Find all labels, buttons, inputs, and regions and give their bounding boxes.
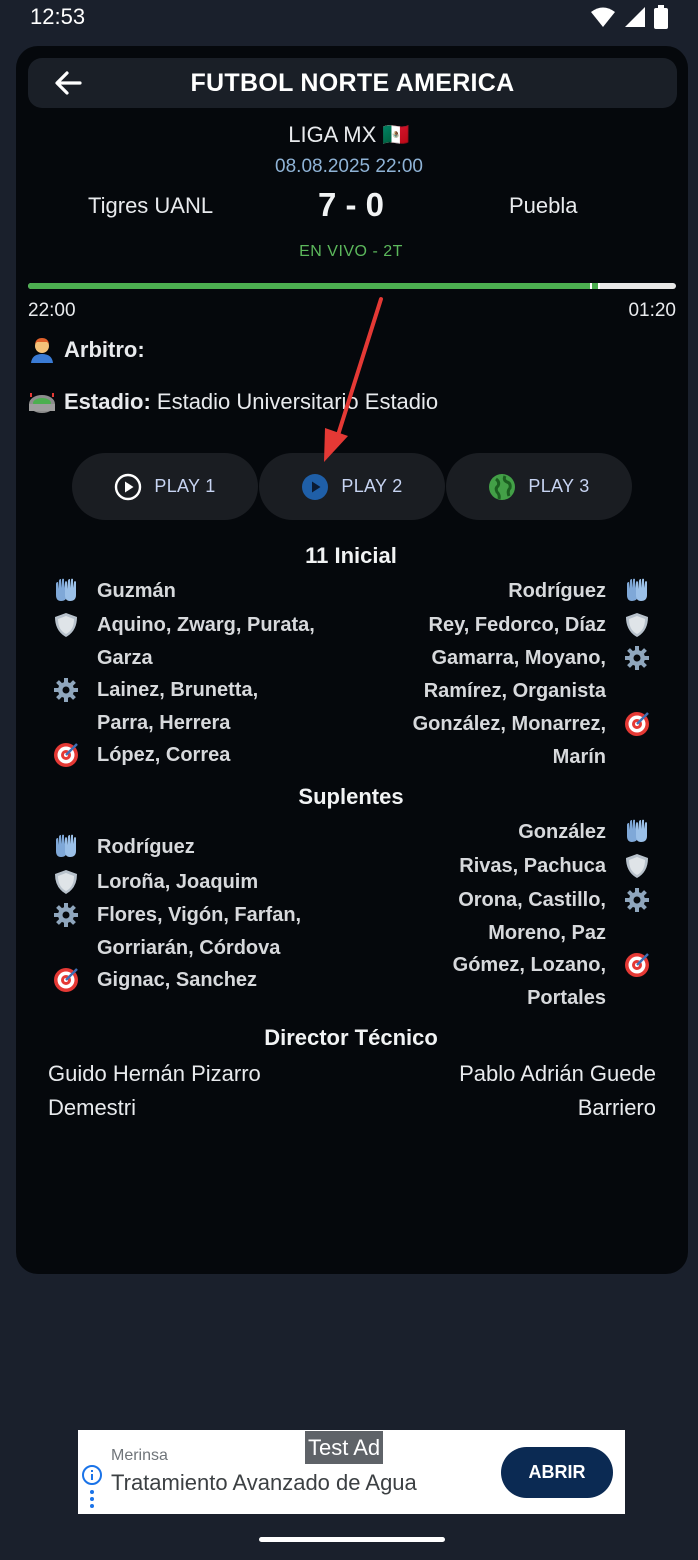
match-score: 7 - 0	[317, 186, 385, 223]
home-starting-player-line: Lainez, Brunetta,	[97, 679, 259, 701]
home-coach-line: Guido Hernán Pizarro	[48, 1061, 261, 1086]
goalkeeper-gloves-icon	[623, 818, 651, 846]
ad-brand: Merinsa	[111, 1447, 168, 1464]
match-progress-bar	[28, 283, 676, 289]
goalkeeper-gloves-icon	[52, 577, 80, 605]
match-date: 08.08.2025 22:00	[275, 156, 423, 177]
ad-open-button[interactable]: ABRIR	[501, 1447, 613, 1498]
goalkeeper-gloves-icon	[52, 833, 80, 861]
app-header: FUTBOL NORTE AMERICA	[28, 58, 677, 108]
goalkeeper-gloves-icon	[623, 577, 651, 605]
home-subs-player-line: Loroña, Joaquim	[97, 871, 259, 893]
home-starting-player-line: Guzmán	[97, 580, 176, 602]
away-subs-player-line: Orona, Castillo,	[458, 889, 606, 911]
stadium-row: Estadio: Estadio Universitario Estadio	[28, 388, 438, 416]
starting-lineup-title: 11 Inicial	[305, 543, 397, 568]
match-progress-fill	[28, 283, 599, 289]
referee-row: Arbitro:	[28, 336, 145, 364]
midfielder-gear-icon	[52, 901, 80, 929]
status-bar: 12:53	[0, 0, 698, 34]
ad-test-tag: Test Ad	[305, 1431, 384, 1464]
home-starting-player-line: López, Correa	[97, 744, 231, 766]
forward-target-icon	[623, 951, 651, 979]
header-title: FUTBOL NORTE AMERICA	[190, 69, 515, 97]
ad-headline[interactable]: Tratamiento Avanzado de Agua	[111, 1470, 417, 1496]
referee-person-icon	[31, 338, 53, 363]
signal-icon	[625, 7, 645, 27]
home-subs-player-line: Gorriarán, Córdova	[97, 936, 281, 959]
stadium-value: Estadio Universitario Estadio	[150, 389, 439, 414]
midfielder-gear-icon	[623, 644, 651, 672]
away-subs-player-line: Rivas, Pachuca	[459, 855, 606, 877]
battery-icon	[654, 5, 668, 29]
progress-marker	[598, 283, 600, 289]
away-starting-player-line: Ramírez, Organista	[423, 679, 606, 702]
away-coach-line: Barriero	[577, 1095, 656, 1120]
forward-target-icon	[52, 741, 80, 769]
defender-shield-icon	[623, 852, 651, 880]
defender-shield-icon	[52, 868, 80, 896]
wifi-icon	[591, 7, 615, 27]
home-starting-player-line: Parra, Herrera	[97, 711, 231, 734]
away-subs-player-line: Gómez, Lozano,	[452, 954, 606, 976]
home-subs-player-line: Gignac, Sanchez	[97, 969, 258, 991]
home-subs-player-line: Flores, Vigón, Farfan,	[97, 904, 302, 926]
play-1-label: PLAY 1	[154, 476, 216, 496]
midfielder-gear-icon	[52, 676, 80, 704]
forward-target-icon	[623, 710, 651, 738]
progress-marker	[590, 283, 592, 289]
status-icons	[590, 5, 668, 29]
away-starting-player-line: González, Monarrez,	[412, 713, 606, 735]
gesture-home-bar[interactable]	[259, 1537, 445, 1542]
coach-title: Director Técnico	[264, 1025, 438, 1050]
play-circle-outline-icon	[115, 473, 142, 500]
defender-shield-icon	[623, 611, 651, 639]
away-starting-player-line: Rey, Fedorco, Díaz	[428, 614, 606, 636]
play-2-button[interactable]: PLAY 2	[259, 453, 445, 520]
away-starting-player-line: Gamarra, Moyano,	[431, 647, 606, 669]
defender-shield-icon	[52, 611, 80, 639]
home-starting-player-line: Aquino, Zwarg, Purata,	[97, 614, 315, 636]
time-end: 01:20	[628, 300, 676, 321]
away-team-name: Puebla	[509, 193, 578, 218]
away-subs-player-line: González	[518, 821, 606, 843]
play-3-label: PLAY 3	[528, 476, 590, 496]
away-subs-player-line: Portales	[527, 986, 606, 1009]
stadium-label: Estadio:	[64, 389, 151, 414]
forward-target-icon	[52, 966, 80, 994]
home-coach-line: Demestri	[48, 1095, 137, 1120]
home-subs-player-line: Rodríguez	[97, 836, 195, 858]
home-starting-player-line: Garza	[97, 646, 153, 669]
globe-icon	[489, 473, 516, 500]
referee-label: Arbitro:	[64, 337, 145, 362]
play-2-label: PLAY 2	[341, 476, 403, 496]
ad-info-icon[interactable]	[81, 1465, 103, 1509]
play-circle-filled-icon	[302, 473, 329, 500]
substitutes-title: Suplentes	[298, 784, 404, 809]
away-starting-player-line: Marín	[552, 745, 606, 768]
time-start: 22:00	[28, 300, 76, 321]
play-3-button[interactable]: PLAY 3	[446, 453, 632, 520]
away-starting-player-line: Rodríguez	[508, 580, 606, 602]
away-subs-player-line: Moreno, Paz	[488, 921, 606, 944]
status-time: 12:53	[30, 4, 86, 29]
midfielder-gear-icon	[623, 886, 651, 914]
play-1-button[interactable]: PLAY 1	[72, 453, 258, 520]
back-arrow-icon[interactable]	[52, 67, 84, 99]
live-status: EN VIVO - 2T	[299, 243, 403, 260]
ad-banner[interactable]: Test Ad Merinsa Tratamiento Avanzado de …	[78, 1430, 625, 1514]
stadium-icon	[29, 393, 55, 413]
away-coach-line: Pablo Adrián Guede	[459, 1061, 656, 1086]
league-name: LIGA MX 🇲🇽	[288, 122, 410, 147]
